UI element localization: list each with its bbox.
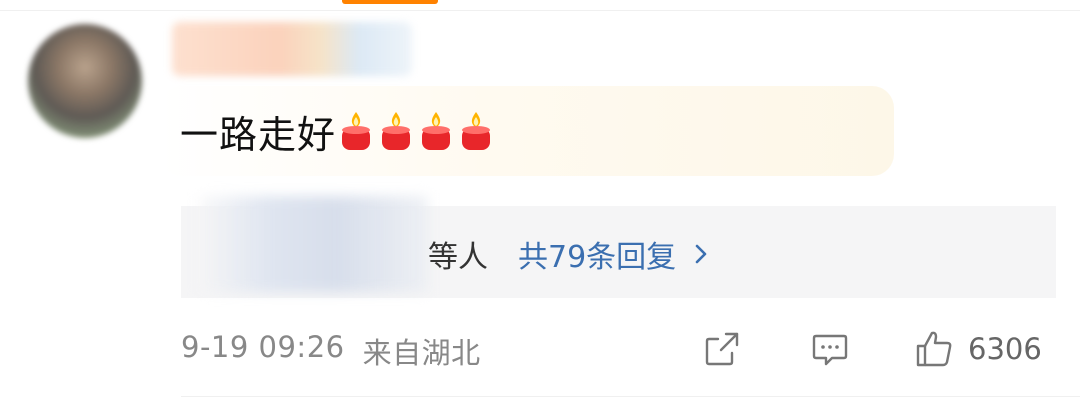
share-icon	[705, 332, 739, 366]
candle-emoji-group	[338, 110, 494, 152]
chevron-right-icon	[695, 244, 707, 264]
candle-icon	[342, 112, 371, 150]
comment-text: 一路走好	[180, 112, 337, 157]
avatar[interactable]	[28, 24, 142, 138]
divider	[181, 396, 1080, 397]
like-count: 6306	[968, 332, 1042, 366]
divider	[0, 10, 1080, 11]
reply-suffix: 等人	[428, 240, 488, 275]
candle-icon	[462, 112, 491, 150]
comment-icon	[812, 334, 848, 366]
comment-location: 来自湖北	[362, 336, 481, 370]
comment-button[interactable]	[810, 326, 850, 372]
comment-card: 一路走好 等人 共79条回复 9-19 09:26 来自湖北 6306	[0, 0, 1080, 406]
view-replies-link[interactable]: 共79条回复	[518, 232, 708, 276]
username-blurred[interactable]	[172, 22, 412, 76]
candle-icon	[382, 112, 411, 150]
thumbs-up-icon	[916, 331, 952, 367]
like-button[interactable]: 6306	[914, 326, 1042, 372]
reply-usernames-blurred	[200, 196, 428, 292]
share-button[interactable]	[702, 326, 742, 372]
candle-icon	[422, 112, 451, 150]
reply-count-label: 共79条回复	[518, 240, 677, 275]
comment-time: 9-19 09:26	[181, 330, 345, 364]
comment-content: 一路走好	[180, 106, 494, 157]
comment-meta: 9-19 09:26 来自湖北	[181, 330, 481, 372]
tab-indicator	[342, 0, 438, 4]
